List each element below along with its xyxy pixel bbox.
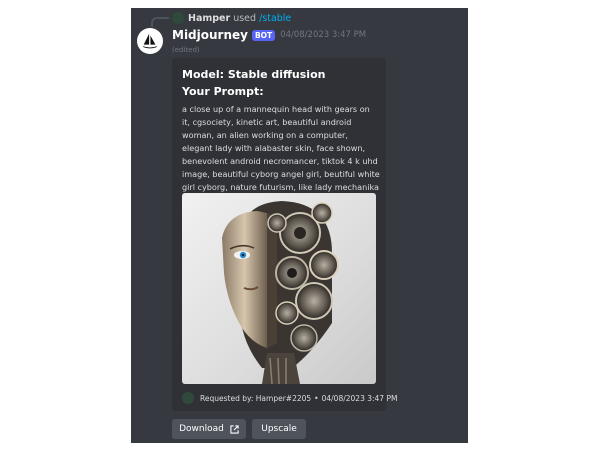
sailboat-logo-icon xyxy=(142,33,158,49)
embed-prompt-label: Your Prompt: xyxy=(182,85,264,98)
embed-title: Model: Stable diffusion xyxy=(182,68,326,81)
footer-requested-by: Requested by: Hamper#2205 xyxy=(200,393,312,403)
upscale-button[interactable]: Upscale xyxy=(252,419,306,439)
edited-label: (edited) xyxy=(172,46,200,54)
reply-username[interactable]: Hamper xyxy=(188,13,230,24)
message-username[interactable]: Midjourney xyxy=(172,28,248,42)
reply-command[interactable]: /stable xyxy=(259,13,291,24)
embed-image[interactable] xyxy=(182,193,376,384)
reply-connector xyxy=(151,17,169,27)
avatar[interactable] xyxy=(137,28,163,54)
footer-separator: • xyxy=(314,393,319,403)
reply-used-text: used xyxy=(233,12,257,24)
message-timestamp: 04/08/2023 3:47 PM xyxy=(280,30,367,40)
cyborg-portrait-image xyxy=(222,201,339,384)
download-button[interactable]: Download xyxy=(172,419,246,439)
embed-description: a close up of a mannequin head with gear… xyxy=(182,104,380,192)
reply-avatar[interactable] xyxy=(172,12,184,24)
footer-user-icon xyxy=(182,392,194,404)
footer-timestamp: 04/08/2023 3:47 PM xyxy=(321,393,398,403)
bot-badge: BOT xyxy=(251,29,276,41)
external-link-icon xyxy=(230,424,239,434)
message-header: Midjourney BOT 04/08/2023 3:47 PM xyxy=(172,28,366,42)
download-button-label: Download xyxy=(179,424,224,434)
upscale-button-label: Upscale xyxy=(261,424,297,434)
reply-reference[interactable]: Hamper used /stable xyxy=(172,12,291,24)
embed-footer: Requested by: Hamper#2205 • 04/08/2023 3… xyxy=(182,392,397,404)
embed-card: Model: Stable diffusion Your Prompt: a c… xyxy=(172,58,397,411)
